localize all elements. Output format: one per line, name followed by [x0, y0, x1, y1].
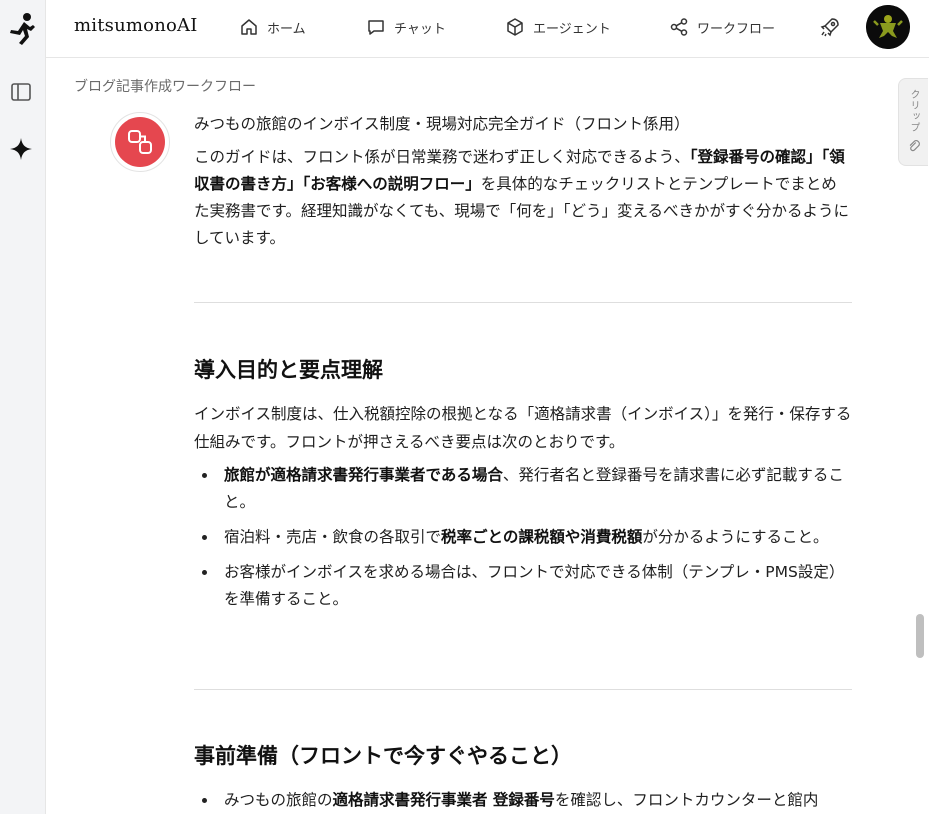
divider [194, 302, 852, 303]
workflow-bot-icon [115, 117, 165, 167]
section-heading: 導入目的と要点理解 [194, 358, 383, 382]
nav-workflow-label: ワークフロー [697, 21, 776, 37]
left-rail [0, 0, 46, 814]
bullet-list: 旅館が適格請求書発行事業者である場合、発行者名と登録番号を請求書に必ず記載するこ… [194, 462, 852, 621]
message-body: みつもの旅館のインボイス制度・現場対応完全ガイド（フロント係用） このガイドは、… [194, 112, 852, 252]
nav-chat[interactable]: チャット [366, 16, 446, 38]
scrollbar-thumb[interactable] [916, 614, 924, 658]
sidebar-toggle-icon[interactable] [9, 80, 33, 104]
nav-workflow[interactable]: ワークフロー [669, 16, 775, 38]
divider [194, 689, 852, 690]
intro-paragraph: このガイドは、フロント係が日常業務で迷わず正しく対応できるよう、「登録番号の確認… [194, 148, 850, 247]
section-heading: 事前準備（フロントで今すぐやること） [194, 744, 572, 768]
chat-icon [368, 20, 384, 35]
user-avatar[interactable] [866, 5, 910, 49]
nav-chat-label: チャット [394, 21, 446, 37]
rocket-icon[interactable] [818, 15, 842, 39]
list-item: 旅館が適格請求書発行事業者である場合、発行者名と登録番号を請求書に必ず記載するこ… [194, 462, 852, 516]
runner-logo-icon[interactable] [6, 12, 38, 46]
clip-tab[interactable]: クリップ [898, 78, 928, 166]
clip-label: クリップ [908, 89, 919, 133]
nav-home[interactable]: ホーム [239, 16, 306, 38]
cube-icon [507, 18, 523, 36]
paperclip-icon [909, 140, 920, 152]
bot-avatar [110, 112, 170, 172]
share-nodes-icon [670, 18, 688, 36]
bullet-list: みつもの旅館の適格請求書発行事業者 登録番号を確認し、フロントカウンターと館内 [194, 787, 852, 814]
sparkle-icon[interactable] [8, 136, 34, 162]
top-navigation-bar: mitsumonoAI ホーム チャット エージェント ワークフロー [46, 0, 929, 58]
nav-home-label: ホーム [267, 21, 306, 37]
breadcrumb[interactable]: ブログ記事作成ワークフロー [74, 76, 256, 96]
home-icon [241, 19, 257, 35]
nav-agent[interactable]: エージェント [505, 16, 611, 38]
list-item: 宿泊料・売店・飲食の各取引で税率ごとの課税額や消費税額が分かるようにすること。 [194, 524, 852, 551]
brand-name[interactable]: mitsumonoAI [74, 15, 198, 36]
list-item: お客様がインボイスを求める場合は、フロントで対応できる体制（テンプレ・PMS設定… [194, 559, 852, 613]
list-item: みつもの旅館の適格請求書発行事業者 登録番号を確認し、フロントカウンターと館内 [194, 787, 852, 814]
document-title: みつもの旅館のインボイス制度・現場対応完全ガイド（フロント係用） [194, 115, 690, 133]
nav-agent-label: エージェント [533, 21, 611, 37]
section-paragraph: インボイス制度は、仕入税額控除の根拠となる「適格請求書（インボイス）」を発行・保… [194, 405, 852, 451]
